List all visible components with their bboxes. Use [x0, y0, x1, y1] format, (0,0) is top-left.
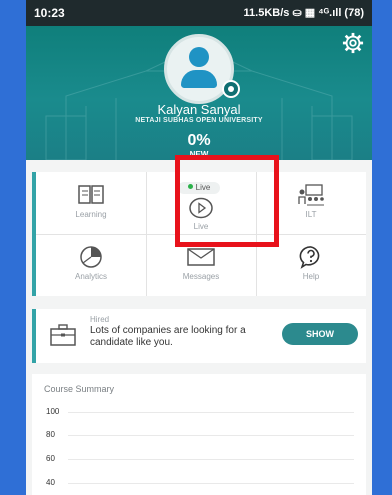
grid-line [68, 459, 354, 460]
university-name: NETAJI SUBHAS OPEN UNIVERSITY [135, 117, 263, 124]
progress-percent: 0% [187, 132, 211, 149]
y-tick-label: 100 [46, 407, 60, 416]
course-summary-card: Course Summary 100 80 60 40 [32, 374, 366, 495]
classroom-icon [298, 184, 324, 206]
phone-screen: 10:23 11.5KB/s ⛀ ▦ ⁴ᴳ.ıll (78) Kalyan Sa… [26, 0, 372, 495]
profile-header: Kalyan Sanyal NETAJI SUBHAS OPEN UNIVERS… [26, 26, 372, 160]
envelope-icon [187, 248, 215, 266]
user-name: Kalyan Sanyal [157, 102, 241, 117]
hired-message: Lots of companies are looking for a cand… [90, 325, 246, 348]
show-button[interactable]: SHOW [282, 323, 358, 345]
menu-item-analytics[interactable]: Analytics [36, 234, 146, 296]
grid-line [68, 435, 354, 436]
book-icon [78, 185, 104, 204]
grid-line [68, 483, 354, 484]
hired-card: Hired Lots of companies are looking for … [32, 309, 366, 363]
gear-icon[interactable] [342, 32, 364, 54]
menu-item-learning[interactable]: Learning [36, 172, 146, 234]
status-bar: 10:23 11.5KB/s ⛀ ▦ ⁴ᴳ.ıll (78) [26, 0, 372, 26]
status-indicators: 11.5KB/s ⛀ ▦ ⁴ᴳ.ıll (78) [243, 7, 364, 19]
highlight-box [175, 155, 279, 247]
camera-icon[interactable] [222, 80, 240, 98]
briefcase-icon [50, 324, 76, 346]
avatar-body [181, 70, 217, 88]
y-tick-label: 40 [46, 478, 55, 487]
y-tick-label: 80 [46, 430, 55, 439]
menu-label-learning: Learning [75, 210, 107, 219]
pie-chart-icon [80, 246, 102, 268]
status-time: 10:23 [34, 6, 65, 20]
menu-label-messages: Messages [182, 272, 220, 281]
menu-label-analytics: Analytics [74, 272, 107, 281]
y-tick-label: 60 [46, 454, 55, 463]
hired-label: Hired [90, 315, 110, 324]
help-bubble-icon [299, 246, 320, 269]
avatar-head [189, 47, 209, 67]
course-summary-title: Course Summary [44, 384, 115, 394]
grid-line [68, 412, 354, 413]
menu-label-help: Help [302, 272, 320, 281]
